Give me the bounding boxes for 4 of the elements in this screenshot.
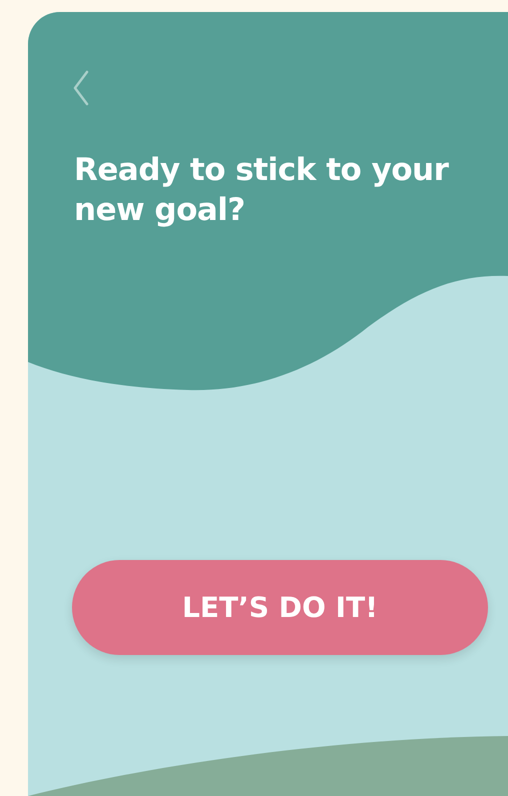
back-button[interactable] [72, 70, 90, 106]
title: Ready to stick to your new goal? [74, 151, 450, 230]
chevron-left-icon [72, 70, 90, 106]
lets-do-it-button[interactable]: LET’S DO IT! [72, 560, 488, 655]
